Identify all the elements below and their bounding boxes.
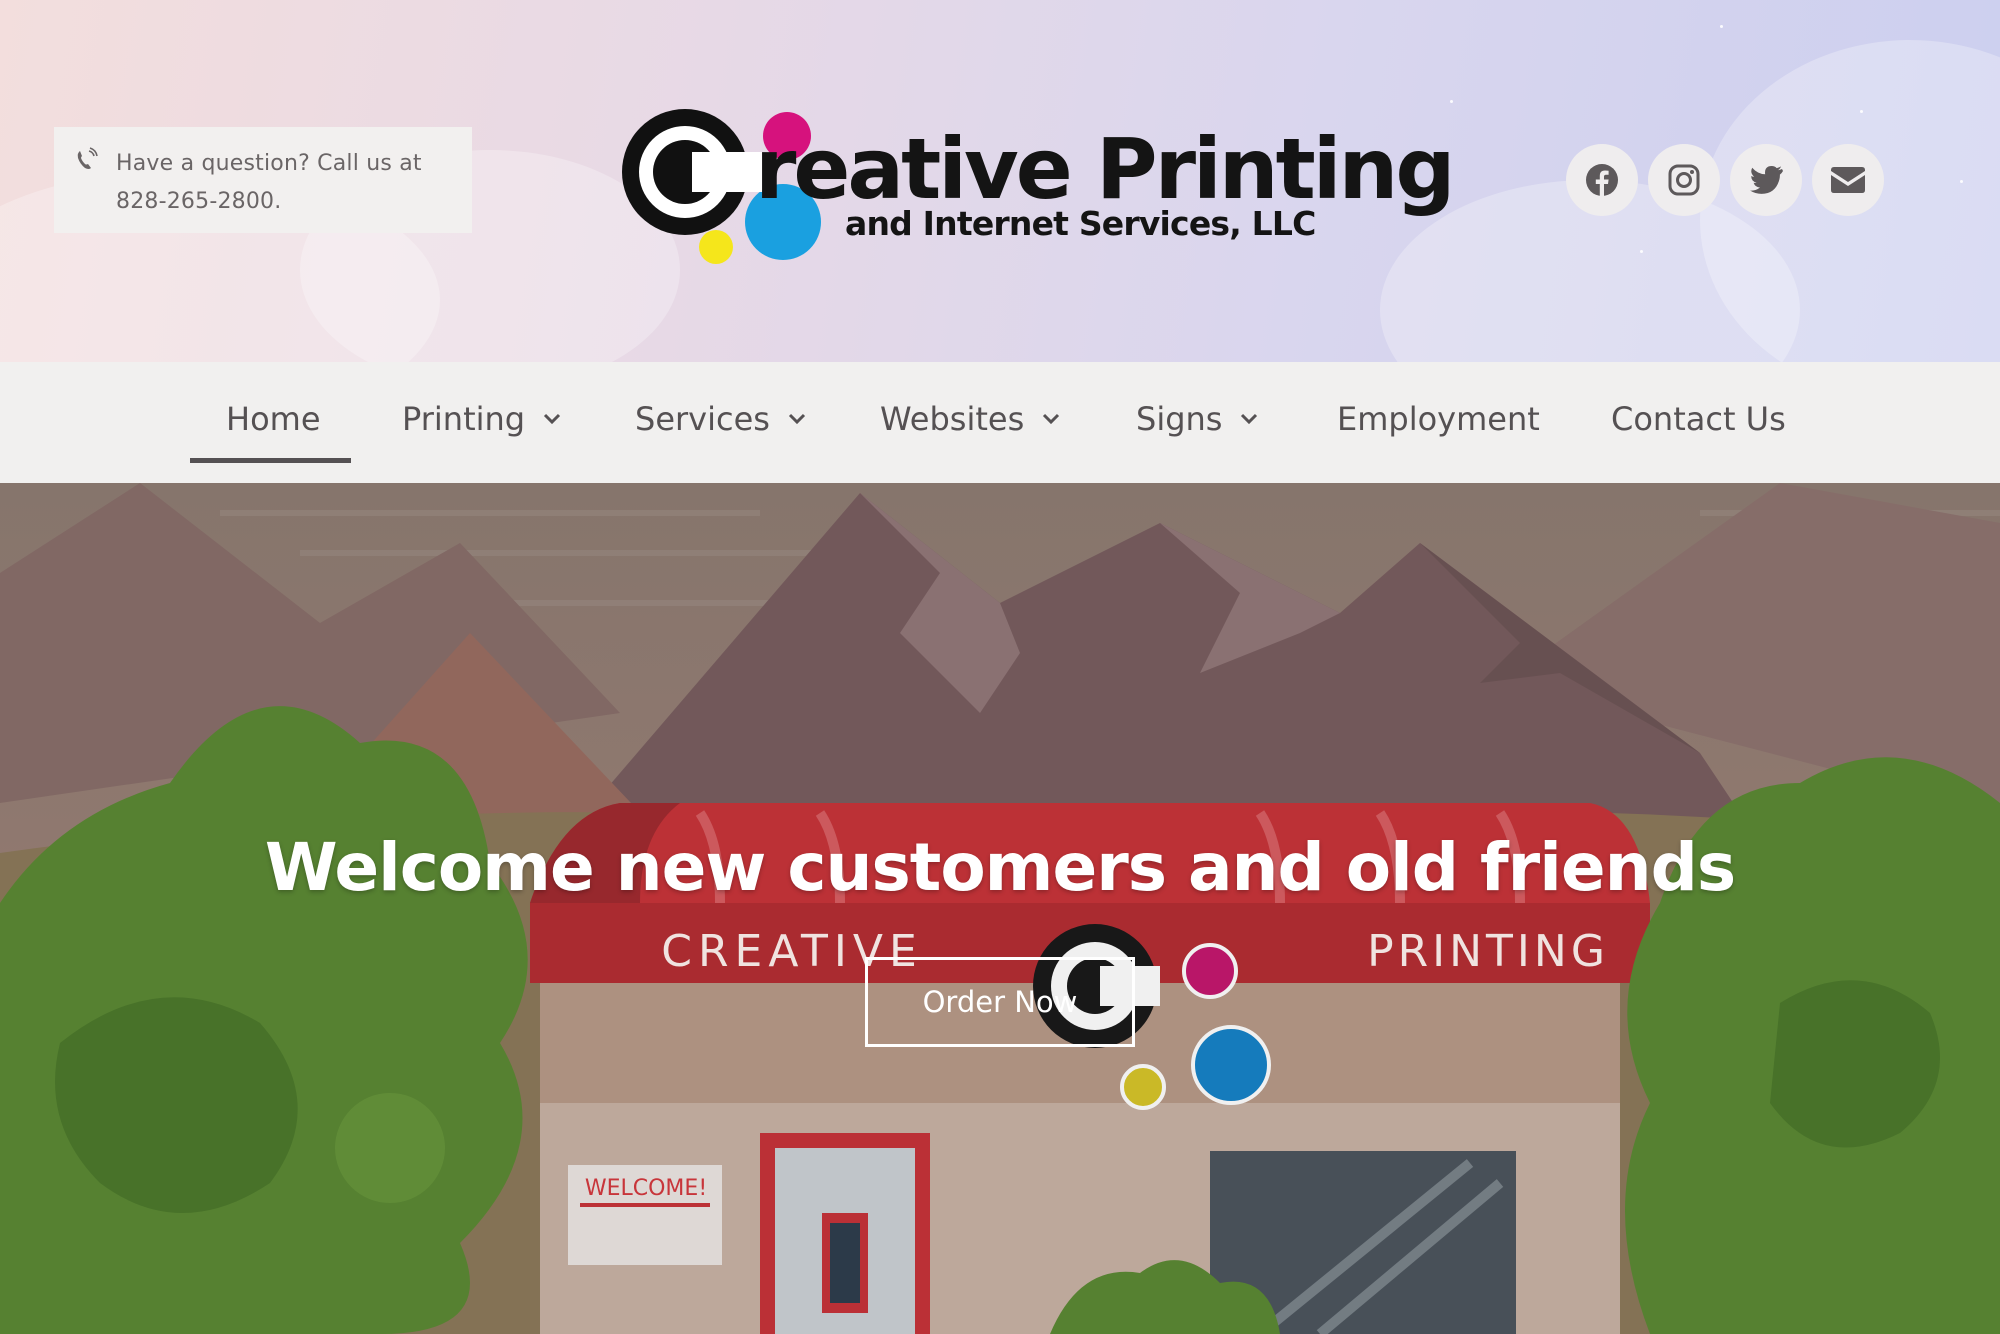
email-icon <box>1831 167 1865 193</box>
awning-labels: CREATIVE PRINTING WELCOME! <box>585 926 1609 1201</box>
twitter-icon <box>1750 166 1783 194</box>
chevron-down-icon <box>544 413 561 425</box>
nav-item-label: Printing <box>402 400 526 438</box>
hero-title: Welcome new customers and old friends <box>264 829 1736 906</box>
nav-item-signs[interactable]: Signs <box>1136 400 1258 438</box>
instagram-link[interactable] <box>1648 144 1720 216</box>
nav-item-home[interactable]: Home <box>226 400 321 438</box>
facebook-icon <box>1586 164 1618 197</box>
contact-box: Have a question? Call us at 828-265-2800… <box>54 127 472 233</box>
phone-icon <box>77 147 98 169</box>
nav-item-employment[interactable]: Employment <box>1337 400 1540 438</box>
chevron-down-icon <box>1043 413 1060 425</box>
nav-item-label: Signs <box>1136 400 1223 438</box>
order-now-button[interactable]: Order Now <box>865 957 1135 1047</box>
social-links <box>1566 144 1884 216</box>
chevron-down-icon <box>788 413 805 425</box>
nav-item-label: Websites <box>880 400 1025 438</box>
nav-item-label: Employment <box>1337 400 1540 438</box>
email-link[interactable] <box>1812 144 1884 216</box>
nav-item-services[interactable]: Services <box>635 400 806 438</box>
main-navigation: Home Printing Services Websites Signs Em… <box>0 362 2000 483</box>
hero-section: CREATIVE PRINTING WELCOME! Welcome new c… <box>0 483 2000 1334</box>
nav-item-label: Home <box>226 400 321 438</box>
active-indicator <box>190 458 351 463</box>
chevron-down-icon <box>1241 413 1258 425</box>
nav-item-websites[interactable]: Websites <box>880 400 1060 438</box>
nav-item-contact-us[interactable]: Contact Us <box>1611 400 1786 438</box>
company-logo[interactable]: reative Printing and Internet Services, … <box>620 92 1455 272</box>
nav-item-label: Services <box>635 400 770 438</box>
nav-item-printing[interactable]: Printing <box>402 400 561 438</box>
site-header: Have a question? Call us at 828-265-2800… <box>0 0 2000 362</box>
logo-subtitle: and Internet Services, LLC <box>845 204 1316 243</box>
nav-item-label: Contact Us <box>1611 400 1786 438</box>
twitter-link[interactable] <box>1730 144 1802 216</box>
awning-printing-label: PRINTING <box>1367 926 1609 977</box>
contact-text: Have a question? Call us at 828-265-2800… <box>116 151 422 214</box>
window-welcome-sign: WELCOME! <box>585 1176 707 1201</box>
facebook-link[interactable] <box>1566 144 1638 216</box>
instagram-icon <box>1668 164 1700 196</box>
